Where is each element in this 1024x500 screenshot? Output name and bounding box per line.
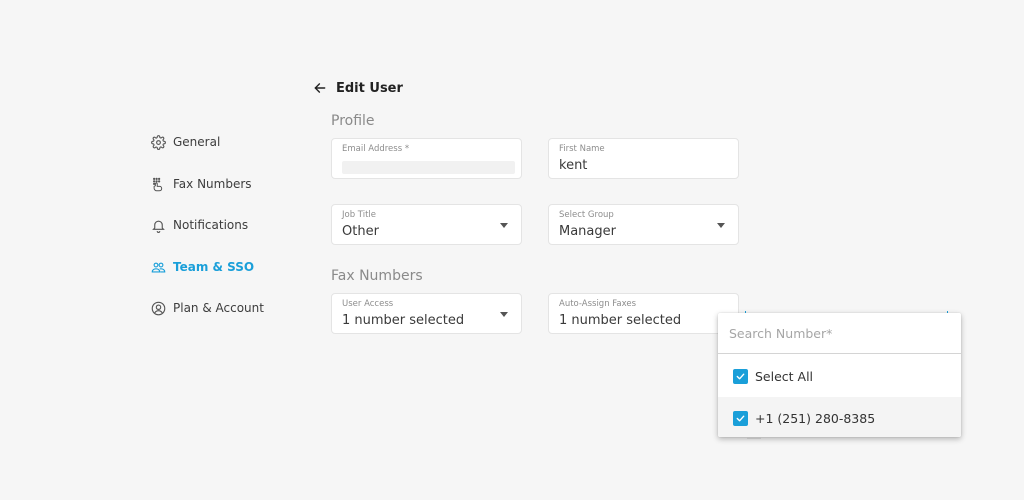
group-value: Manager xyxy=(559,224,616,239)
scrollbar-peek[interactable] xyxy=(747,437,761,439)
sidebar-item-label: General xyxy=(173,135,221,149)
sidebar-item-plan-account[interactable]: Plan & Account xyxy=(150,298,264,318)
auto-assign-select[interactable]: Auto-Assign Faxes 1 number selected xyxy=(548,293,739,334)
job-title-select[interactable]: Job Title Other xyxy=(331,204,522,245)
caret-down-icon xyxy=(717,223,725,228)
user-access-select[interactable]: User Access 1 number selected xyxy=(331,293,522,334)
keypad-hand-icon xyxy=(150,176,166,192)
sidebar-item-notifications[interactable]: Notifications xyxy=(150,215,248,235)
option-fax-number[interactable]: +1 (251) 280-8385 xyxy=(718,397,961,437)
page-header: Edit User xyxy=(312,80,403,96)
email-value-redacted xyxy=(342,161,515,174)
first-name-label: First Name xyxy=(559,144,605,154)
auto-assign-value: 1 number selected xyxy=(559,313,682,328)
sidebar-item-label: Team & SSO xyxy=(173,260,255,274)
group-select[interactable]: Select Group Manager xyxy=(548,204,739,245)
checkbox-checked[interactable] xyxy=(733,368,748,384)
user-access-label: User Access xyxy=(342,299,394,309)
sidebar-item-label: Notifications xyxy=(173,218,249,232)
user-circle-icon xyxy=(150,300,166,316)
auto-assign-label: Auto-Assign Faxes xyxy=(559,299,637,309)
profile-section-title: Profile xyxy=(331,113,375,129)
sidebar-item-label: Plan & Account xyxy=(173,301,264,315)
sidebar-item-label: Fax Numbers xyxy=(173,177,252,191)
back-button[interactable] xyxy=(312,80,328,96)
user-access-value: 1 number selected xyxy=(342,313,465,328)
fax-number-dropdown: Select All +1 (251) 280-8385 xyxy=(718,313,961,437)
fax-numbers-section-title: Fax Numbers xyxy=(331,268,423,284)
page-title: Edit User xyxy=(336,80,403,96)
first-name-field[interactable]: First Name kent xyxy=(548,138,739,179)
email-label: Email Address * xyxy=(342,144,410,154)
sidebar-item-fax-numbers[interactable]: Fax Numbers xyxy=(150,174,252,194)
caret-down-icon xyxy=(500,312,508,317)
email-field[interactable]: Email Address * xyxy=(331,138,522,179)
job-title-value: Other xyxy=(342,224,379,239)
check-icon xyxy=(736,415,745,421)
arrow-left-icon xyxy=(314,83,326,93)
search-number-input[interactable] xyxy=(718,313,961,354)
check-icon xyxy=(736,373,745,379)
checkbox-checked[interactable] xyxy=(733,410,748,426)
first-name-value: kent xyxy=(559,158,588,173)
job-title-label: Job Title xyxy=(342,210,377,220)
option-label: +1 (251) 280-8385 xyxy=(755,410,876,426)
sidebar-item-team-sso[interactable]: Team & SSO xyxy=(150,257,254,277)
bell-icon xyxy=(150,217,166,233)
users-icon xyxy=(150,259,166,275)
option-label: Select All xyxy=(755,368,814,384)
option-select-all[interactable]: Select All xyxy=(718,355,961,397)
group-label: Select Group xyxy=(559,210,614,220)
caret-down-icon xyxy=(500,223,508,228)
sidebar-item-general[interactable]: General xyxy=(150,132,220,152)
gear-icon xyxy=(150,134,166,150)
